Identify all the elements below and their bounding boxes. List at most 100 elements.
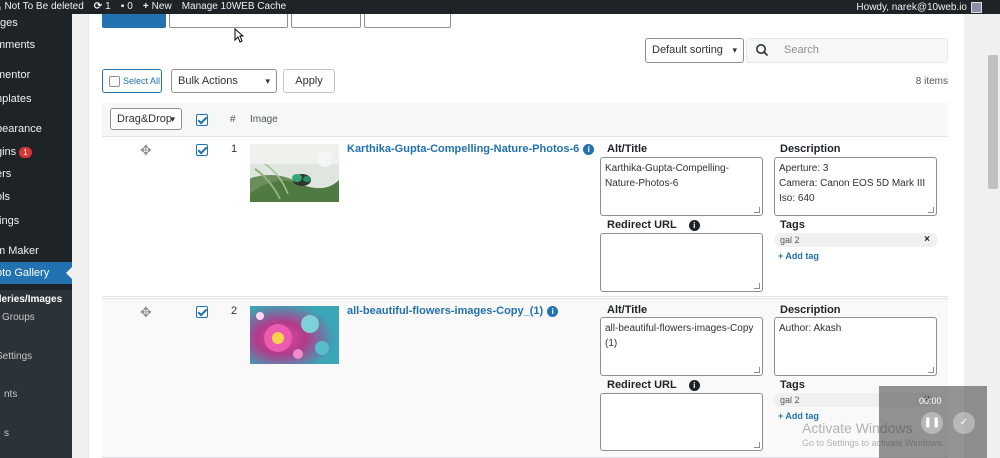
sidebar-item-label: ges: [0, 17, 18, 29]
sidebar-item-label: oto Gallery: [0, 267, 50, 279]
alt-title-field[interactable]: Karthika-Gupta-Compelling-Nature-Photos-…: [600, 157, 763, 216]
alt-title-label: Alt/Title: [607, 304, 648, 316]
bulk-actions-value: Bulk Actions: [178, 75, 238, 87]
submenu-item-label: Settings: [0, 351, 33, 362]
info-icon[interactable]: i: [688, 379, 700, 391]
number-column-header: #: [230, 114, 236, 125]
butterfly-photo: [250, 144, 339, 202]
scrollbar-thumb[interactable]: [988, 55, 998, 189]
search-icon: [756, 44, 769, 57]
tag-label: gal 2: [780, 395, 800, 405]
pause-icon[interactable]: ❚❚: [921, 412, 943, 434]
description-label: Description: [780, 143, 841, 155]
description-field[interactable]: Author: Akash: [774, 317, 937, 376]
redirect-url-label-wrap: Redirect URL i: [607, 379, 700, 391]
submenu-item-label: lleries/Images: [0, 294, 63, 305]
close-icon[interactable]: ×: [924, 233, 930, 247]
redirect-url-label: Redirect URL: [607, 219, 677, 231]
tab-button-4[interactable]: [364, 14, 451, 28]
site-name-label: Not To Be deleted: [4, 1, 84, 12]
dragdrop-value: Drag&Drop: [117, 113, 173, 125]
checkmark-icon[interactable]: ✓: [953, 412, 975, 434]
bulk-actions-select[interactable]: Bulk Actions ▾: [171, 69, 277, 93]
row-number: 2: [231, 305, 238, 317]
mouse-cursor-icon: [234, 28, 244, 43]
submenu-item-label: s: [4, 428, 9, 439]
redirect-url-field[interactable]: [600, 233, 763, 292]
row-checkbox[interactable]: [196, 306, 208, 318]
screen-recorder-overlay: 00:00 ❚❚ ✓: [879, 386, 987, 458]
tab-button-2[interactable]: [169, 14, 288, 28]
search-placeholder: Search: [784, 44, 819, 56]
sidebar-item-label: ols: [0, 191, 11, 203]
search-input[interactable]: Search: [746, 38, 948, 63]
submenu-item-label: nts: [4, 389, 18, 400]
sidebar-item-label: m Maker: [0, 245, 39, 257]
drag-handle-icon[interactable]: ✥: [140, 142, 152, 159]
image-filename-link[interactable]: Karthika-Gupta-Compelling-Nature-Photos-…: [347, 143, 595, 155]
image-filename-link[interactable]: all-beautiful-flowers-images-Copy_(1) i: [347, 305, 559, 317]
image-thumbnail[interactable]: [250, 144, 339, 202]
table-row: ✥ 1 Karthika-Gupta-Compelling-Nature-Pho…: [102, 137, 948, 297]
home-icon: ⌂: [0, 0, 1, 14]
tags-label: Tags: [780, 219, 805, 231]
sorting-value: Default sorting: [652, 44, 723, 56]
redirect-url-label: Redirect URL: [607, 379, 677, 391]
table-header: Drag&Drop ▾ # Image: [102, 103, 948, 137]
redirect-url-field[interactable]: [600, 393, 763, 451]
updates-link[interactable]: ⟳ 1: [94, 0, 111, 14]
sorting-select[interactable]: Default sorting ▾: [645, 38, 744, 63]
manage-cache-link[interactable]: Manage 10WEB Cache: [182, 0, 287, 14]
image-thumbnail[interactable]: [250, 306, 339, 364]
new-content-link[interactable]: + New: [143, 0, 172, 14]
items-count: 8 items: [915, 76, 948, 87]
flower-photo: [250, 306, 339, 364]
comments-link[interactable]: ▪ 0: [121, 0, 133, 14]
new-label: New: [151, 1, 172, 12]
description-label: Description: [780, 304, 841, 316]
chevron-down-icon: ▾: [265, 76, 270, 86]
avatar: [971, 1, 982, 13]
plugins-update-badge: 1: [19, 146, 32, 158]
tab-button-3[interactable]: [291, 14, 361, 28]
alt-title-field[interactable]: all-beautiful-flowers-images-Copy (1): [600, 317, 763, 376]
chevron-down-icon: ▾: [732, 45, 737, 55]
tag-chip: gal 2 ×: [774, 233, 938, 247]
select-all-button[interactable]: Select All: [102, 69, 162, 93]
header-checkbox[interactable]: [196, 114, 208, 126]
select-all-checkbox[interactable]: [109, 76, 120, 87]
add-tag-link[interactable]: + Add tag: [778, 251, 819, 261]
comments-count: 0: [127, 1, 133, 12]
site-name-link[interactable]: ⌂ Not To Be deleted: [0, 0, 84, 14]
alt-title-label: Alt/Title: [607, 143, 648, 155]
apply-button[interactable]: Apply: [283, 69, 335, 93]
submenu-item-label: Groups: [2, 312, 35, 323]
recorder-timer: 00:00: [919, 396, 942, 406]
image-filename: Karthika-Gupta-Compelling-Nature-Photos-…: [347, 143, 580, 155]
row-checkbox[interactable]: [196, 144, 208, 156]
redirect-url-label-wrap: Redirect URL i: [607, 219, 700, 231]
info-icon[interactable]: i: [688, 219, 700, 231]
chevron-down-icon: ▾: [170, 114, 175, 124]
tab-primary-button[interactable]: [102, 14, 166, 28]
sidebar-item-label: nplates: [0, 93, 32, 105]
admin-bar: ⌂ Not To Be deleted ⟳ 1 ▪ 0 + New Manage…: [0, 0, 1000, 14]
sidebar-item-label: pearance: [0, 123, 42, 135]
image-filename: all-beautiful-flowers-images-Copy_(1): [347, 305, 544, 317]
sidebar-item-label: gins: [0, 146, 17, 158]
info-icon[interactable]: i: [583, 143, 595, 155]
select-all-label: Select All: [123, 76, 161, 86]
plus-icon: +: [142, 1, 149, 12]
drag-handle-icon[interactable]: ✥: [140, 304, 152, 321]
dragdrop-select[interactable]: Drag&Drop ▾: [110, 108, 182, 130]
account-menu[interactable]: Howdy, narek@10web.io: [856, 1, 982, 13]
row-number: 1: [231, 143, 238, 155]
tag-label: gal 2: [780, 235, 800, 245]
info-icon[interactable]: i: [547, 305, 559, 317]
greeting-text: Howdy, narek@10web.io: [856, 1, 967, 13]
sidebar-item-photo-gallery[interactable]: oto Gallery: [0, 262, 72, 284]
description-field[interactable]: Aperture: 3 Camera: Canon EOS 5D Mark II…: [774, 157, 937, 216]
tags-label: Tags: [780, 379, 805, 391]
sidebar-item-label: ers: [0, 168, 12, 180]
sidebar-item-label: mments: [0, 39, 36, 51]
